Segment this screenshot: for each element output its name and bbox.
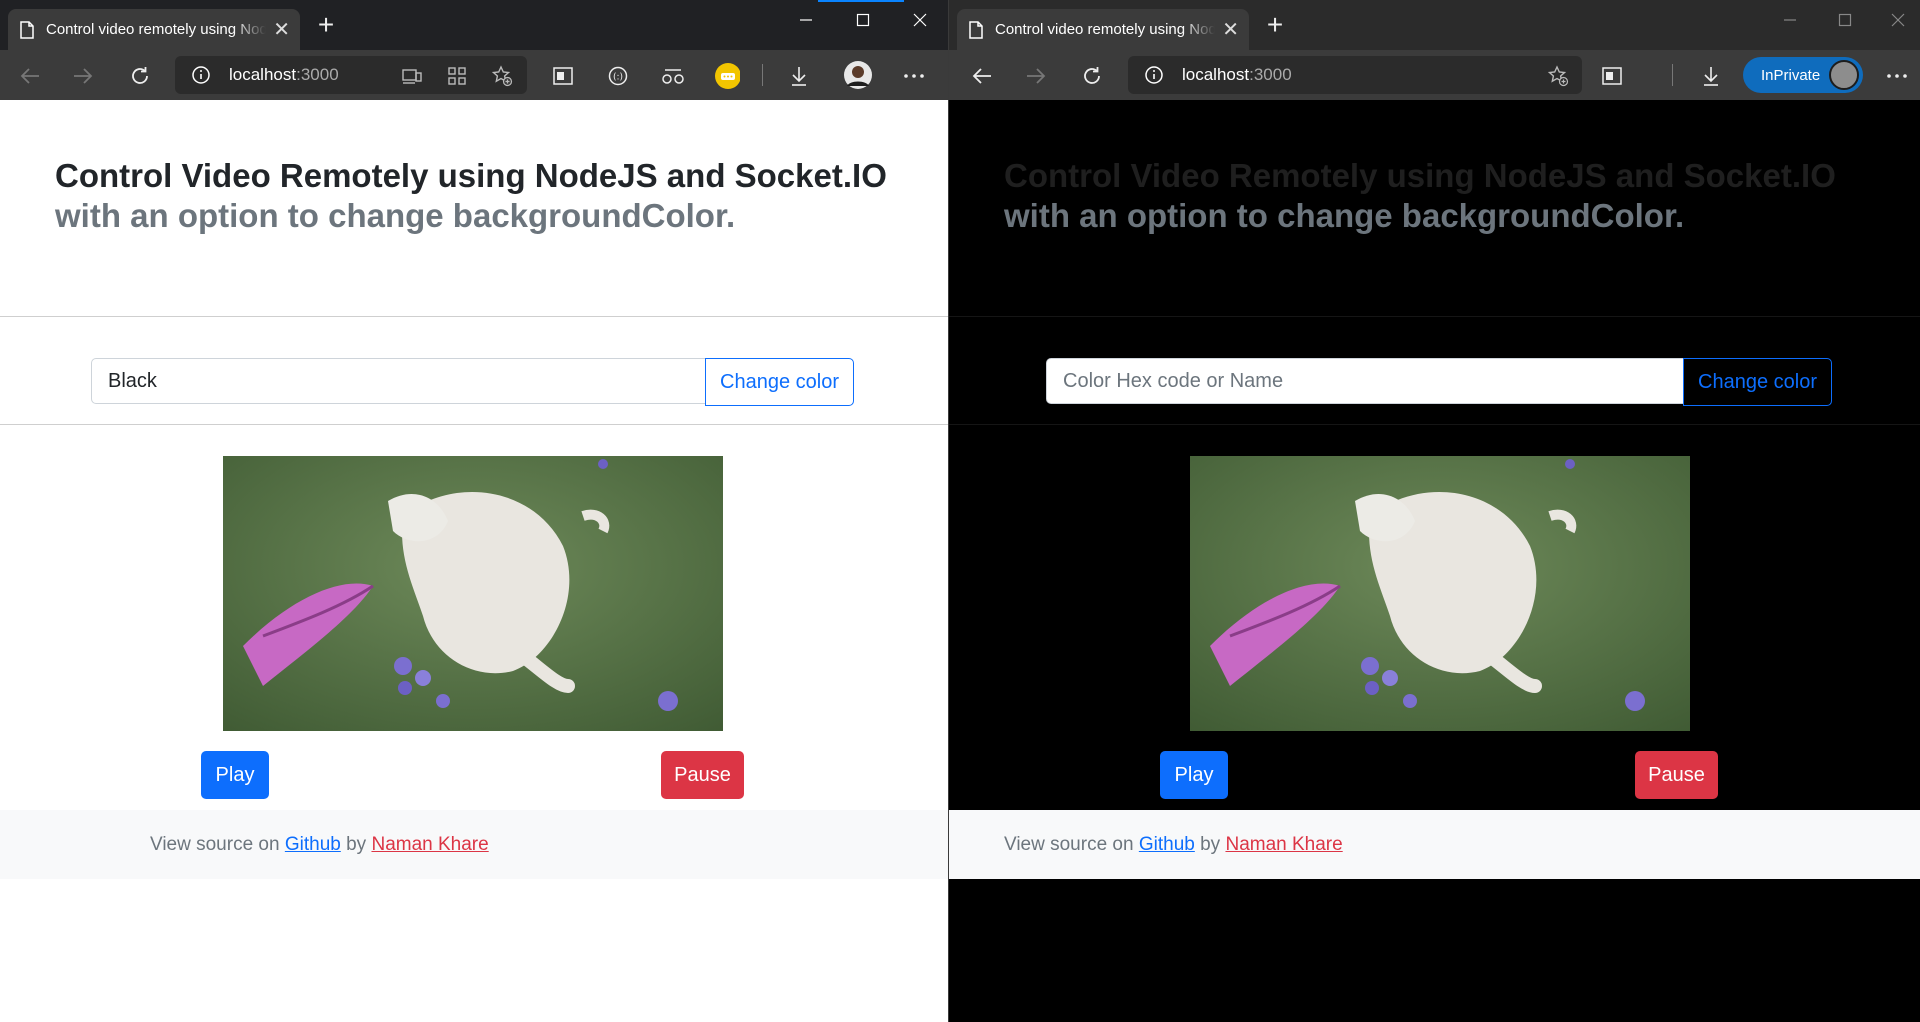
github-link[interactable]: Github xyxy=(285,834,341,855)
split-screen-icon[interactable] xyxy=(1599,63,1625,89)
footer-by: by xyxy=(1200,834,1221,855)
change-color-button[interactable]: Change color xyxy=(1683,358,1832,406)
divider xyxy=(949,316,1920,317)
download-icon[interactable] xyxy=(786,63,812,89)
author-link[interactable]: Naman Khare xyxy=(371,834,488,855)
refresh-icon[interactable] xyxy=(127,63,153,89)
plus-icon[interactable]: + xyxy=(1263,11,1287,39)
minimize-icon[interactable] xyxy=(1770,8,1810,32)
close-window-icon[interactable] xyxy=(1878,8,1918,32)
browser-toolbar: localhost:3000 InPrivate xyxy=(949,50,1920,100)
page-title: Control Video Remotely using NodeJS and … xyxy=(1004,156,1844,236)
footer-text: View source on Github by Naman Khare xyxy=(1004,810,1343,879)
add-favorite-icon[interactable] xyxy=(489,63,515,89)
page-icon xyxy=(969,20,983,39)
video-frame xyxy=(1190,456,1690,731)
refresh-icon[interactable] xyxy=(1079,63,1105,89)
address-bar[interactable]: localhost:3000 xyxy=(1128,56,1582,94)
back-icon[interactable] xyxy=(969,63,995,89)
divider xyxy=(949,424,1920,425)
browser-tab[interactable]: Control video remotely using NodeJS and … xyxy=(957,9,1249,50)
add-favorite-icon[interactable] xyxy=(1545,63,1571,89)
pause-button[interactable]: Pause xyxy=(661,751,744,799)
title-main: Control Video Remotely using NodeJS and … xyxy=(1004,157,1836,194)
color-input[interactable]: Color Hex code or Name xyxy=(1046,358,1684,404)
app-available-icon[interactable] xyxy=(399,63,425,89)
divider xyxy=(0,316,948,317)
divider xyxy=(0,424,948,425)
video-player[interactable] xyxy=(223,456,723,731)
toolbar-separator xyxy=(1672,64,1673,86)
forward-icon[interactable] xyxy=(70,63,96,89)
profile-avatar[interactable] xyxy=(843,60,873,90)
toolbar-separator xyxy=(762,64,763,86)
info-icon[interactable] xyxy=(1144,65,1164,85)
inprivate-label: InPrivate xyxy=(1761,66,1821,84)
title-main: Control Video Remotely using NodeJS and … xyxy=(55,157,887,194)
url-host: localhost xyxy=(1182,65,1250,84)
pause-button[interactable]: Pause xyxy=(1635,751,1718,799)
play-button[interactable]: Play xyxy=(201,751,269,799)
collections-icon[interactable]: (:) xyxy=(605,63,631,89)
video-frame xyxy=(223,456,723,731)
split-screen-icon[interactable] xyxy=(550,63,576,89)
accent-bar xyxy=(818,0,904,2)
footer-prefix: View source on xyxy=(1004,834,1134,855)
inprivate-avatar xyxy=(1829,60,1859,90)
close-icon[interactable]: ✕ xyxy=(1222,17,1239,42)
immersive-reader-icon[interactable] xyxy=(660,63,686,89)
github-link[interactable]: Github xyxy=(1139,834,1195,855)
title-bar: Control video remotely using NodeJS and … xyxy=(949,0,1920,50)
footer-prefix: View source on xyxy=(150,834,280,855)
back-icon[interactable] xyxy=(17,63,43,89)
color-input[interactable]: Black xyxy=(91,358,706,404)
url-host: localhost xyxy=(229,65,297,84)
extension-icon[interactable] xyxy=(714,63,740,89)
video-player[interactable] xyxy=(1190,456,1690,731)
page-title: Control Video Remotely using NodeJS and … xyxy=(55,156,895,236)
browser-toolbar: localhost:3000 (:) xyxy=(0,50,948,100)
url-port: :3000 xyxy=(296,65,339,84)
tab-title: Control video remotely using NodeJS and … xyxy=(46,21,266,38)
right-browser-window: Control video remotely using NodeJS and … xyxy=(949,0,1920,1022)
download-icon[interactable] xyxy=(1698,63,1724,89)
change-color-button[interactable]: Change color xyxy=(705,358,854,406)
apps-icon[interactable] xyxy=(444,63,470,89)
svg-text:(:): (:) xyxy=(613,73,623,83)
forward-icon[interactable] xyxy=(1023,63,1049,89)
info-icon[interactable] xyxy=(191,65,211,85)
footer: View source on Github by Naman Khare xyxy=(949,810,1920,879)
minimize-icon[interactable] xyxy=(786,8,826,32)
left-browser-window: Control video remotely using NodeJS and … xyxy=(0,0,948,1022)
url-port: :3000 xyxy=(1249,65,1292,84)
author-link[interactable]: Naman Khare xyxy=(1225,834,1342,855)
more-icon[interactable] xyxy=(1884,63,1910,89)
title-muted: with an option to change backgroundColor… xyxy=(55,197,736,234)
close-window-icon[interactable] xyxy=(900,8,940,32)
footer: View source on Github by Naman Khare xyxy=(0,810,948,879)
title-muted: with an option to change backgroundColor… xyxy=(1004,197,1685,234)
close-icon[interactable]: ✕ xyxy=(273,17,290,42)
maximize-icon[interactable] xyxy=(843,8,883,32)
footer-by: by xyxy=(346,834,367,855)
browser-tab[interactable]: Control video remotely using NodeJS and … xyxy=(8,9,300,50)
page-icon xyxy=(20,20,34,39)
title-bar: Control video remotely using NodeJS and … xyxy=(0,0,948,50)
footer-text: View source on Github by Naman Khare xyxy=(150,810,489,879)
maximize-icon[interactable] xyxy=(1825,8,1865,32)
plus-icon[interactable]: + xyxy=(314,11,338,39)
play-button[interactable]: Play xyxy=(1160,751,1228,799)
inprivate-badge[interactable]: InPrivate xyxy=(1743,57,1863,93)
more-icon[interactable] xyxy=(901,63,927,89)
address-bar[interactable]: localhost:3000 xyxy=(175,56,527,94)
tab-title: Control video remotely using NodeJS and … xyxy=(995,21,1215,38)
